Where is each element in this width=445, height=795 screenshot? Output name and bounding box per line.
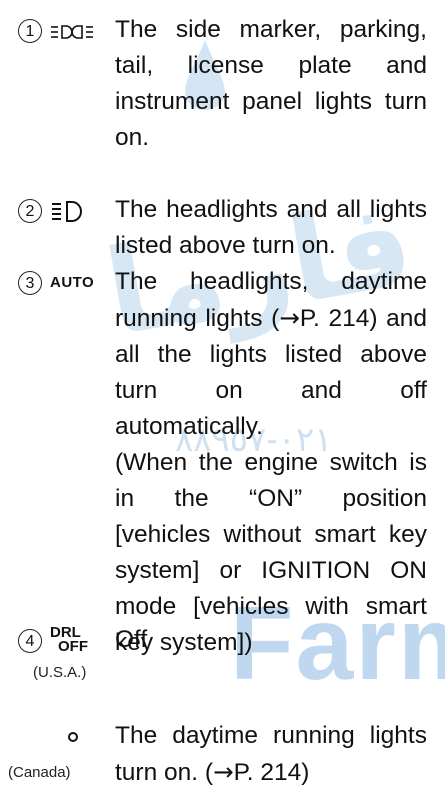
item-number-3: 3 bbox=[18, 271, 42, 295]
item-text-4: Off bbox=[115, 626, 148, 653]
headlight-icon bbox=[52, 201, 82, 222]
auto-symbol: AUTO bbox=[50, 274, 95, 291]
item-text-1: The side marker, parking, tail, license … bbox=[115, 16, 427, 151]
item-number-4: 4 bbox=[18, 629, 42, 653]
circle-icon bbox=[68, 732, 78, 742]
item-text-canada: The daytime running lights turn on. (→P.… bbox=[115, 718, 427, 791]
region-canada: (Canada) bbox=[8, 764, 71, 781]
item-number-1: 1 bbox=[18, 19, 42, 43]
item-text-2: The headlights and all lights listed abo… bbox=[115, 196, 427, 259]
parking-lights-icon bbox=[51, 25, 93, 39]
page-ref-arrow: → bbox=[213, 757, 234, 786]
item-number-2: 2 bbox=[18, 199, 42, 223]
item-text-3: The headlights, daytime running lights (… bbox=[115, 264, 427, 661]
drl-off-symbol: DRL OFF bbox=[50, 625, 88, 655]
region-usa: (U.S.A.) bbox=[33, 664, 87, 681]
page-ref-arrow: → bbox=[279, 303, 300, 332]
off-label: OFF bbox=[58, 638, 88, 655]
item-text-canada-b: P. 214) bbox=[233, 759, 310, 786]
